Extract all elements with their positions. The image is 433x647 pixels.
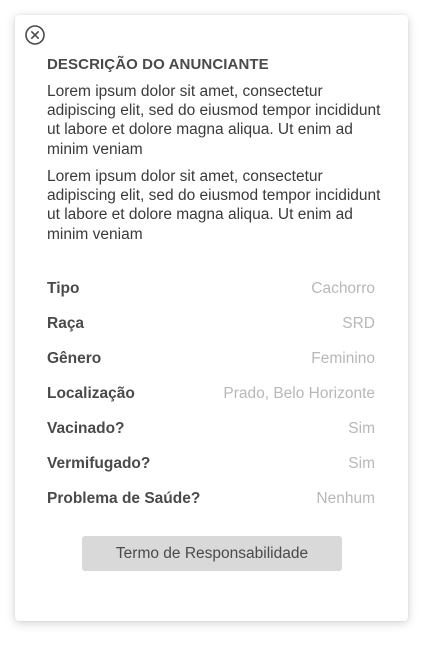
detail-row-vermifugado: Vermifugado? Sim [47,455,375,490]
detail-label: Tipo [47,280,80,297]
detail-row-localizacao: Localização Prado, Belo Horizonte [47,385,375,420]
detail-value: Cachorro [311,280,375,297]
detail-value: Prado, Belo Horizonte [223,385,375,402]
detail-label: Vermifugado? [47,455,151,472]
terms-of-responsibility-button[interactable]: Termo de Responsabilidade [82,536,342,571]
detail-value: Nenhum [316,490,375,507]
detail-row-vacinado: Vacinado? Sim [47,420,375,455]
detail-value: Sim [348,455,375,472]
pet-details-list: Tipo Cachorro Raça SRD Gênero Feminino L… [47,280,375,525]
detail-value: Sim [348,420,375,437]
close-icon[interactable] [25,25,45,45]
detail-value: Feminino [311,350,375,367]
detail-label: Raça [47,315,85,332]
detail-row-problema-saude: Problema de Saúde? Nenhum [47,490,375,525]
close-button[interactable] [25,25,45,45]
detail-label: Gênero [47,350,102,367]
detail-label: Problema de Saúde? [47,490,201,507]
detail-row-tipo: Tipo Cachorro [47,280,375,315]
detail-row-genero: Gênero Feminino [47,350,375,385]
description-paragraph: Lorem ipsum dolor sit amet, consectetur … [47,83,381,158]
advertiser-details-card: DESCRIÇÃO DO ANUNCIANTE Lorem ipsum dolo… [15,15,408,621]
detail-value: SRD [342,315,375,332]
section-title: DESCRIÇÃO DO ANUNCIANTE [47,56,269,73]
detail-label: Vacinado? [47,420,125,437]
detail-label: Localização [47,385,135,402]
detail-row-raca: Raça SRD [47,315,375,350]
description-paragraph: Lorem ipsum dolor sit amet, consectetur … [47,168,381,243]
